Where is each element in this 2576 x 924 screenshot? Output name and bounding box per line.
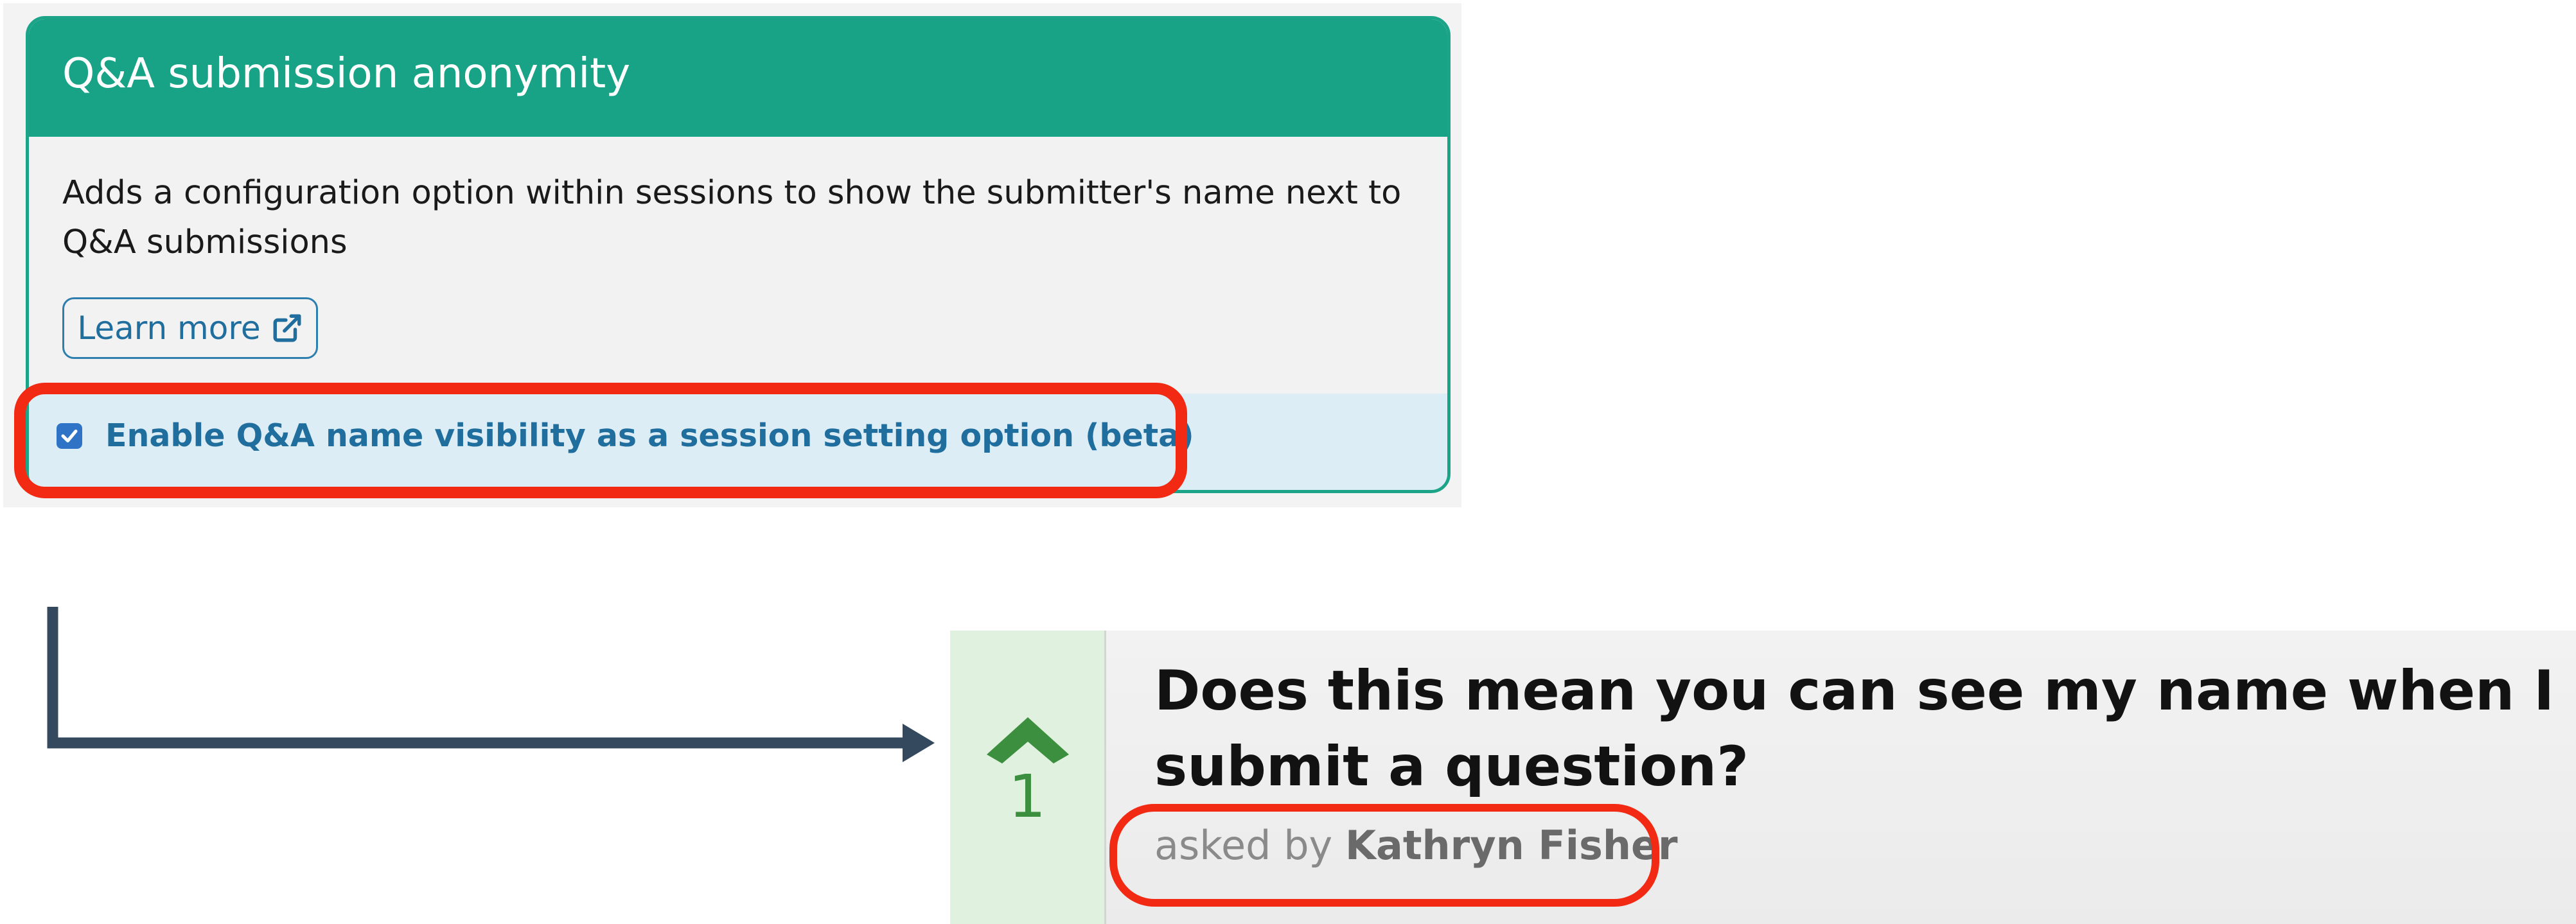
learn-more-button[interactable]: Learn more xyxy=(62,297,318,359)
settings-card-header: Q&A submission anonymity xyxy=(29,19,1447,137)
enable-name-visibility-row[interactable]: Enable Q&A name visibility as a session … xyxy=(57,417,1194,454)
vote-column: 1 xyxy=(950,631,1106,924)
checkbox-check-icon xyxy=(61,429,78,442)
page: Q&A submission anonymity Adds a configur… xyxy=(0,0,2576,924)
external-link-icon xyxy=(273,314,301,342)
upvote-chevron-icon[interactable] xyxy=(987,712,1069,763)
asked-by-prefix: asked by xyxy=(1154,822,1333,869)
question-text: Does this mean you can see my name when … xyxy=(1154,659,2555,799)
question-card: 1 Does this mean you can see my name whe… xyxy=(950,631,2576,924)
settings-card-title: Q&A submission anonymity xyxy=(62,50,631,98)
vote-count: 1 xyxy=(1008,762,1046,831)
enable-name-visibility-label[interactable]: Enable Q&A name visibility as a session … xyxy=(105,417,1194,454)
asked-by-line: asked by Kathryn Fisher xyxy=(1154,822,1678,869)
enable-name-visibility-checkbox[interactable] xyxy=(57,423,82,449)
learn-more-label: Learn more xyxy=(77,309,261,347)
asked-by-name: Kathryn Fisher xyxy=(1345,822,1678,869)
settings-card-description: Adds a configuration option within sessi… xyxy=(62,174,1402,261)
